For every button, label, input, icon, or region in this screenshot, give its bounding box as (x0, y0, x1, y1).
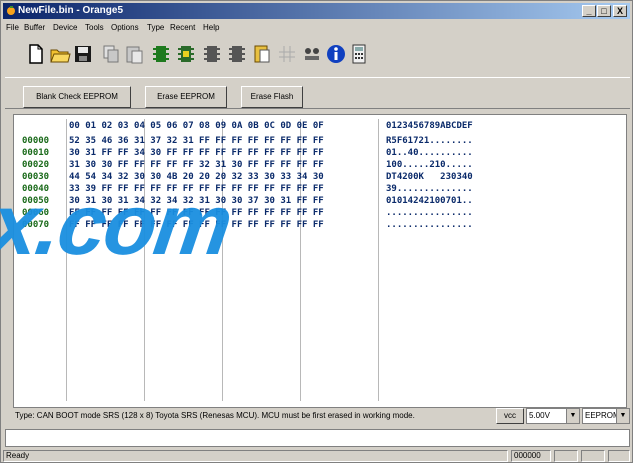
ascii-row[interactable]: ................ (386, 208, 473, 218)
clipboard-icon[interactable] (251, 43, 273, 65)
menu-buffer[interactable]: Buffer (24, 23, 45, 32)
save-icon[interactable] (72, 43, 94, 65)
voltage-select[interactable]: 5.00V ▼ (526, 408, 580, 424)
hex-row[interactable]: 31 30 30 FF FF FF FF FF 32 31 30 FF FF F… (69, 160, 324, 170)
ascii-row[interactable]: R5F61721........ (386, 136, 473, 146)
row-address: 00010 (22, 148, 50, 158)
menu-options[interactable]: Options (111, 23, 139, 32)
chip-green-icon[interactable] (150, 43, 172, 65)
hex-row[interactable]: 52 35 46 36 31 37 32 31 FF FF FF FF FF F… (69, 136, 324, 146)
open-folder-icon[interactable] (49, 43, 71, 65)
status-bar: Ready 000000 (3, 450, 632, 462)
memory-select[interactable]: EEPROM_II ▼ (582, 408, 630, 424)
window-title: NewFile.bin - Orange5 (18, 5, 124, 16)
erase-eeprom-button[interactable]: Erase EEPROM (145, 86, 227, 108)
ascii-row[interactable]: 01..40.......... (386, 148, 473, 158)
app-icon (7, 6, 15, 15)
chevron-down-icon[interactable]: ▼ (616, 409, 629, 423)
hex-column-header: 00 01 02 03 04 05 06 07 08 09 0A 0B 0C 0… (69, 121, 324, 131)
toolbar (5, 37, 630, 71)
grid-icon[interactable] (276, 43, 298, 65)
new-file-icon[interactable] (25, 43, 47, 65)
paste-icon[interactable] (123, 43, 145, 65)
erase-flash-button[interactable]: Erase Flash (241, 86, 303, 108)
ascii-row[interactable]: DT4200K 230340 (386, 172, 473, 182)
status-panel (554, 450, 578, 462)
device-type-info: Type: CAN BOOT mode SRS (128 x 8) Toyota… (15, 411, 415, 420)
row-address: 00000 (22, 136, 50, 146)
blank-check-eeprom-button[interactable]: Blank Check EEPROM (23, 86, 131, 108)
menu-file[interactable]: File (6, 23, 19, 32)
vcc-button[interactable]: vcc (496, 408, 524, 424)
row-address: 00020 (22, 160, 50, 170)
title-bar: NewFile.bin - Orange5 _ □ X (3, 3, 630, 19)
hex-row[interactable]: 30 31 FF FF 34 30 FF FF FF FF FF FF FF F… (69, 148, 324, 158)
copy-icon[interactable] (100, 43, 122, 65)
status-address: 000000 (511, 450, 551, 462)
close-button[interactable]: X (613, 5, 627, 17)
status-text: Ready (3, 450, 508, 462)
ascii-column-header: 0123456789ABCDEF (386, 121, 473, 131)
ascii-row[interactable]: 39.............. (386, 184, 473, 194)
application-window: NewFile.bin - Orange5 _ □ X File Buffer … (0, 0, 633, 463)
chevron-down-icon[interactable]: ▼ (566, 409, 579, 423)
ascii-row[interactable]: ................ (386, 220, 473, 230)
chip-dark-icon[interactable] (201, 43, 223, 65)
voltage-value: 5.00V (529, 411, 550, 420)
ascii-row[interactable]: 01014242100701.. (386, 196, 473, 206)
chip-yellow-icon[interactable] (175, 43, 197, 65)
menu-type[interactable]: Type (147, 23, 164, 32)
calculator-icon[interactable] (348, 43, 370, 65)
maximize-button[interactable]: □ (597, 5, 611, 17)
menu-tools[interactable]: Tools (85, 23, 104, 32)
chip-dark-icon-2[interactable] (226, 43, 248, 65)
ascii-row[interactable]: 100.....210..... (386, 160, 473, 170)
minimize-button[interactable]: _ (582, 5, 596, 17)
column-divider (378, 119, 379, 401)
watermark: x.com (0, 177, 237, 273)
status-panel (581, 450, 605, 462)
connect-icon[interactable] (301, 43, 323, 65)
menu-help[interactable]: Help (203, 23, 219, 32)
menu-device[interactable]: Device (53, 23, 77, 32)
menu-recent[interactable]: Recent (170, 23, 195, 32)
status-panel (608, 450, 630, 462)
menu-bar: File Buffer Device Tools Options Type Re… (3, 21, 630, 35)
action-bar: Blank Check EEPROM Erase EEPROM Erase Fl… (5, 77, 630, 109)
info-icon[interactable] (325, 43, 347, 65)
info-bar: Type: CAN BOOT mode SRS (128 x 8) Toyota… (13, 408, 630, 424)
log-box[interactable] (5, 429, 630, 447)
